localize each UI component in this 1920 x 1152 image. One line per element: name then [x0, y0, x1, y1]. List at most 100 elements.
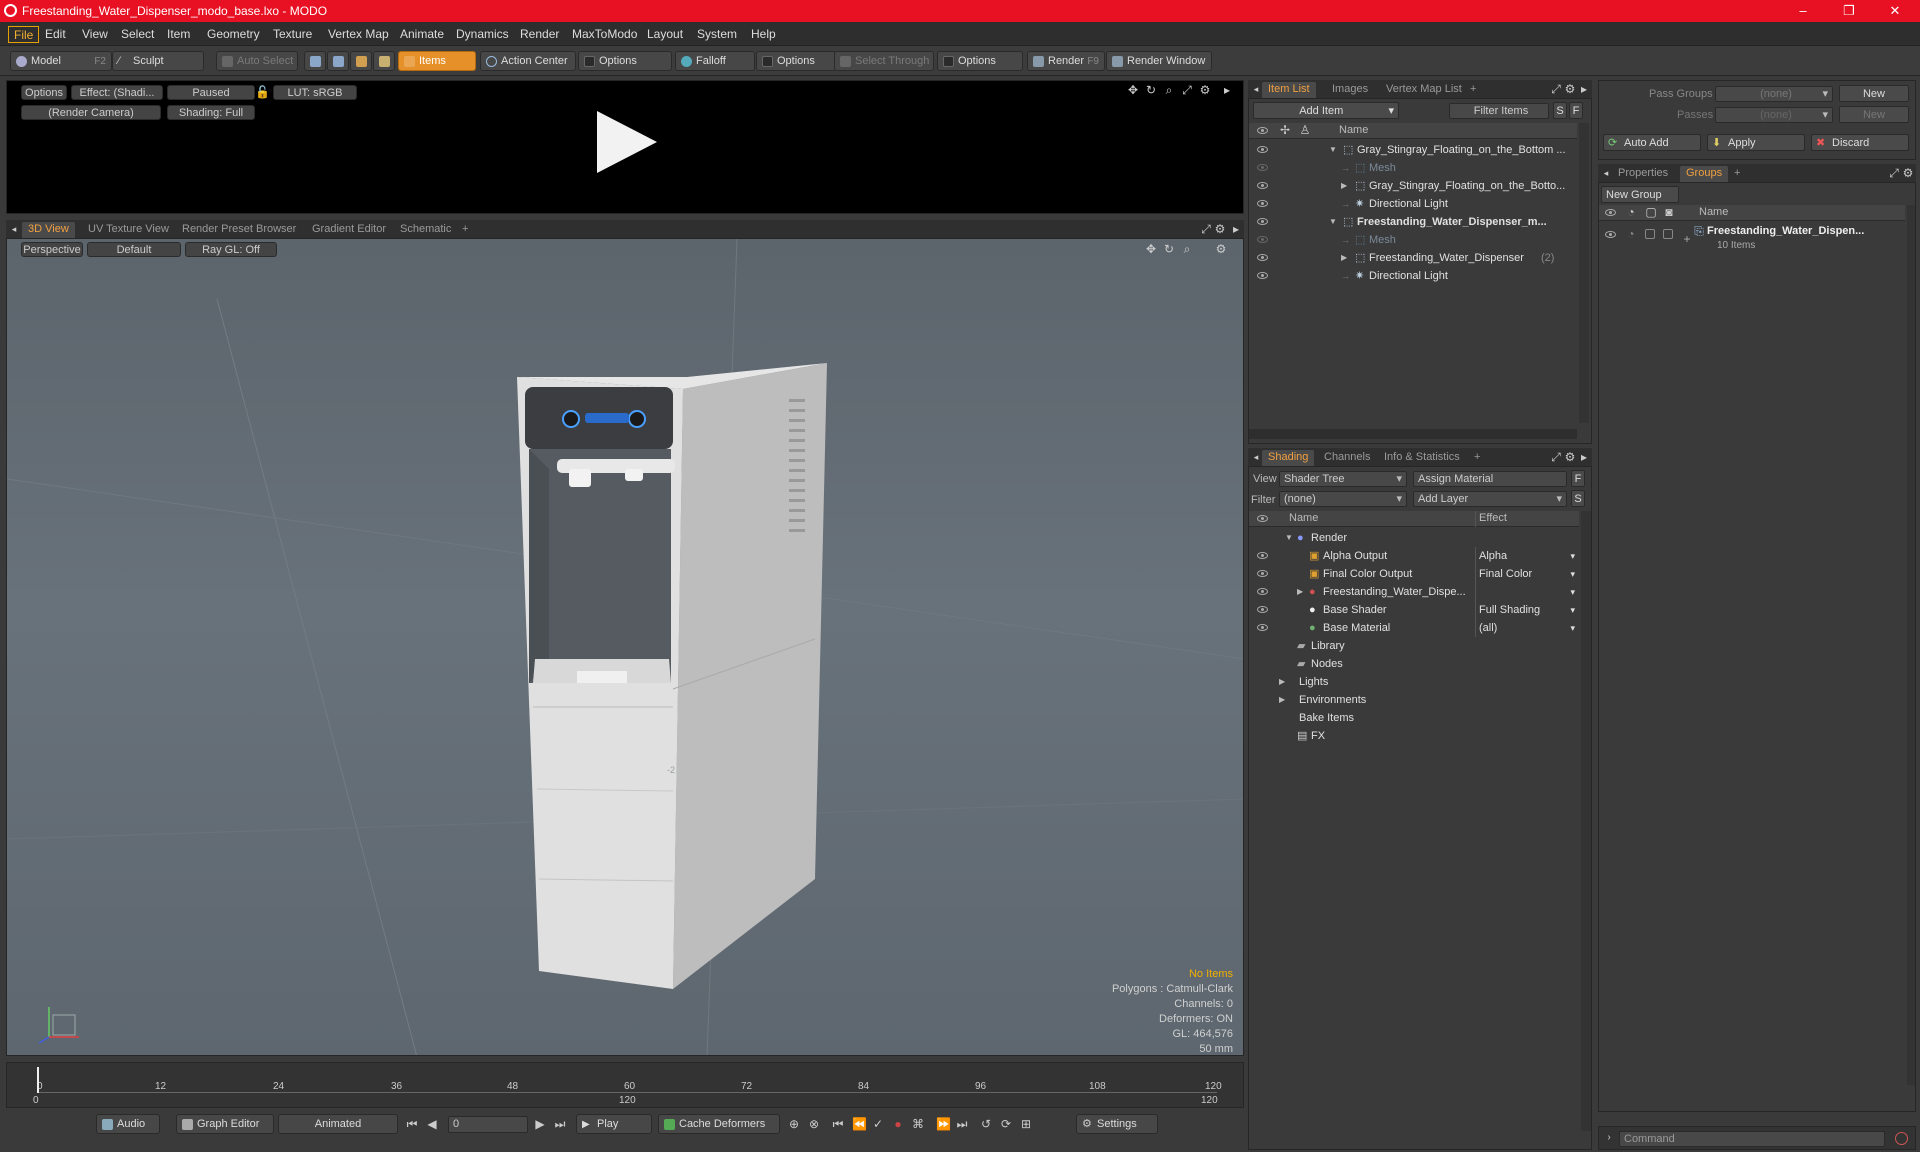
animated-dropdown[interactable]: Animated	[278, 1114, 398, 1134]
lock-icon[interactable]: ✢	[1279, 124, 1291, 136]
name-column-header[interactable]: Name	[1699, 206, 1728, 218]
gear-icon[interactable]: ⚙	[1902, 167, 1914, 179]
group-item-row[interactable]: ◔ + ⎘ Freestanding_Water_Dispen... 10 It…	[1599, 223, 1905, 257]
effect-dropdown[interactable]: Alpha ▾	[1479, 547, 1577, 565]
chevron-right-icon[interactable]: ▸	[1221, 84, 1233, 96]
s-button[interactable]: S	[1571, 490, 1585, 507]
menu-select[interactable]: Select	[116, 26, 159, 43]
item-list-row[interactable]: ▼ ⬚ Freestanding_Water_Dispenser_m...	[1249, 213, 1577, 231]
lock-checkbox[interactable]	[1645, 229, 1655, 239]
expanded-arrow-icon[interactable]: ▼	[1329, 213, 1337, 231]
chevron-right-icon[interactable]: ▸	[1578, 451, 1590, 463]
name-column-header[interactable]: Name	[1289, 512, 1318, 524]
rotate-icon[interactable]: ↻	[1145, 84, 1157, 96]
item-list-row[interactable]: → ✷ Directional Light	[1249, 195, 1577, 213]
view-dropdown[interactable]: Shader Tree	[1279, 471, 1407, 487]
eye-icon[interactable]	[1257, 515, 1268, 522]
item-list-row[interactable]: → ⬚ Mesh	[1249, 159, 1577, 177]
move-icon[interactable]: ✥	[1127, 84, 1139, 96]
render-window-button[interactable]: Render Window	[1106, 51, 1212, 71]
effect-column-header[interactable]: Effect	[1479, 512, 1507, 524]
tab-add[interactable]: +	[456, 222, 474, 238]
eye-icon[interactable]	[1257, 552, 1268, 559]
collapsed-arrow-icon[interactable]: ▶	[1279, 691, 1285, 709]
render-toggle-icon[interactable]: ◔	[1625, 228, 1637, 240]
f-button[interactable]: F	[1569, 102, 1583, 119]
eye-icon[interactable]	[1257, 218, 1268, 225]
tab-channels[interactable]: Channels	[1318, 450, 1376, 466]
item-list-row[interactable]: → ✷ Directional Light	[1249, 267, 1577, 285]
loop-icon[interactable]: ↺	[980, 1118, 992, 1130]
maximize-button[interactable]: ❐	[1826, 0, 1872, 22]
collapsed-arrow-icon[interactable]: ▶	[1279, 673, 1285, 691]
key-options-icon[interactable]: ⌘	[912, 1118, 924, 1130]
menu-system[interactable]: System	[692, 26, 742, 43]
timeline[interactable]: 0 12 24 36 48 60 72 84 96 108 120 0 120 …	[6, 1062, 1244, 1108]
tab-groups[interactable]: Groups	[1680, 166, 1729, 182]
rotate-icon[interactable]: ↻	[1163, 243, 1175, 255]
eye-icon[interactable]	[1257, 588, 1268, 595]
select-through-options-button[interactable]: Options	[937, 51, 1023, 71]
materials-mode-button[interactable]	[373, 51, 395, 71]
expanded-arrow-icon[interactable]: ▼	[1285, 529, 1293, 547]
shader-tree-row[interactable]: ▶ Environments	[1249, 691, 1579, 709]
item-list-row[interactable]: ▶ ⬚ Freestanding_Water_Dispenser (2)	[1249, 249, 1577, 267]
command-input[interactable]: Command	[1619, 1131, 1885, 1147]
eye-icon[interactable]	[1257, 200, 1268, 207]
lock-icon[interactable]: 🔓	[255, 86, 270, 98]
shader-tree-row[interactable]: ▰ Library	[1249, 637, 1579, 655]
expand-icon[interactable]: +	[1681, 233, 1693, 245]
tab-uv-texture-view[interactable]: UV Texture View	[82, 222, 175, 238]
shader-tree-row[interactable]: ● Base Shader Full Shading ▾	[1249, 601, 1579, 619]
eye-icon[interactable]	[1257, 127, 1268, 134]
collapsed-arrow-icon[interactable]: ▶	[1341, 177, 1347, 195]
s-button[interactable]: S	[1553, 102, 1567, 119]
passes-dropdown[interactable]: (none)	[1715, 107, 1833, 123]
menu-view[interactable]: View	[77, 26, 113, 43]
shader-tree-row[interactable]: ▶ Lights	[1249, 673, 1579, 691]
new-pass-button[interactable]: New	[1839, 106, 1909, 123]
settings-button[interactable]: ⚙ Settings	[1076, 1114, 1158, 1134]
render-camera-dropdown[interactable]: (Render Camera)	[21, 105, 161, 120]
chevron-right-icon[interactable]: ▸	[1230, 223, 1242, 235]
playhead[interactable]	[37, 1067, 39, 1093]
move-icon[interactable]: ✥	[1145, 243, 1157, 255]
3d-viewport[interactable]: Perspective Default Ray GL: Off ✥ ↻ ⌕ ⚙ …	[6, 238, 1244, 1056]
keyframe-auto-icon[interactable]: ⊗	[808, 1118, 820, 1130]
eye-icon[interactable]	[1257, 624, 1268, 631]
maximize-panel-icon[interactable]: ⤢	[1200, 223, 1212, 235]
step-forward-icon[interactable]: ▶	[534, 1118, 546, 1130]
menu-help[interactable]: Help	[746, 26, 781, 43]
gear-icon[interactable]: ⚙	[1215, 243, 1227, 255]
prev-key-step-icon[interactable]: ⏪	[852, 1118, 867, 1130]
item-list-row[interactable]: ▶ ⬚ Gray_Stingray_Floating_on_the_Botto...	[1249, 177, 1577, 195]
maximize-panel-icon[interactable]: ⤢	[1550, 451, 1562, 463]
panel-menu-icon[interactable]: ◂	[1250, 451, 1262, 463]
lut-dropdown[interactable]: LUT: sRGB	[273, 85, 357, 100]
maximize-panel-icon[interactable]: ⤢	[1888, 167, 1900, 179]
eye-icon[interactable]	[1257, 606, 1268, 613]
command-status-icon[interactable]	[1895, 1132, 1908, 1145]
current-frame-field[interactable]: 0	[448, 1116, 528, 1133]
falloff-button[interactable]: Falloff	[675, 51, 755, 71]
next-key-icon[interactable]: ⏭	[956, 1118, 968, 1130]
gear-icon[interactable]: ⚙	[1564, 83, 1576, 95]
tab-3d-view[interactable]: 3D View	[22, 222, 75, 238]
menu-edit[interactable]: Edit	[40, 26, 71, 43]
collapsed-arrow-icon[interactable]: ▶	[1341, 249, 1347, 267]
item-list-row[interactable]: → ⬚ Mesh	[1249, 231, 1577, 249]
menu-vertex-map[interactable]: Vertex Map	[323, 26, 394, 43]
action-center-button[interactable]: Action Center	[480, 51, 576, 71]
f-button[interactable]: F	[1571, 470, 1585, 487]
tab-item-list[interactable]: Item List	[1262, 82, 1316, 98]
shader-tree-row[interactable]: ▼ ● Render	[1249, 529, 1579, 547]
menu-render[interactable]: Render	[515, 26, 564, 43]
maximize-panel-icon[interactable]: ⤢	[1550, 83, 1562, 95]
record-icon[interactable]: ●	[892, 1118, 904, 1130]
horizontal-scrollbar[interactable]	[1249, 429, 1577, 439]
chevron-right-icon[interactable]: ›	[1603, 1132, 1615, 1144]
collapsed-arrow-icon[interactable]: ▶	[1297, 583, 1303, 601]
polygons-mode-button[interactable]	[350, 51, 372, 71]
edges-mode-button[interactable]	[327, 51, 349, 71]
add-item-dropdown[interactable]: Add Item ▾	[1253, 102, 1399, 119]
